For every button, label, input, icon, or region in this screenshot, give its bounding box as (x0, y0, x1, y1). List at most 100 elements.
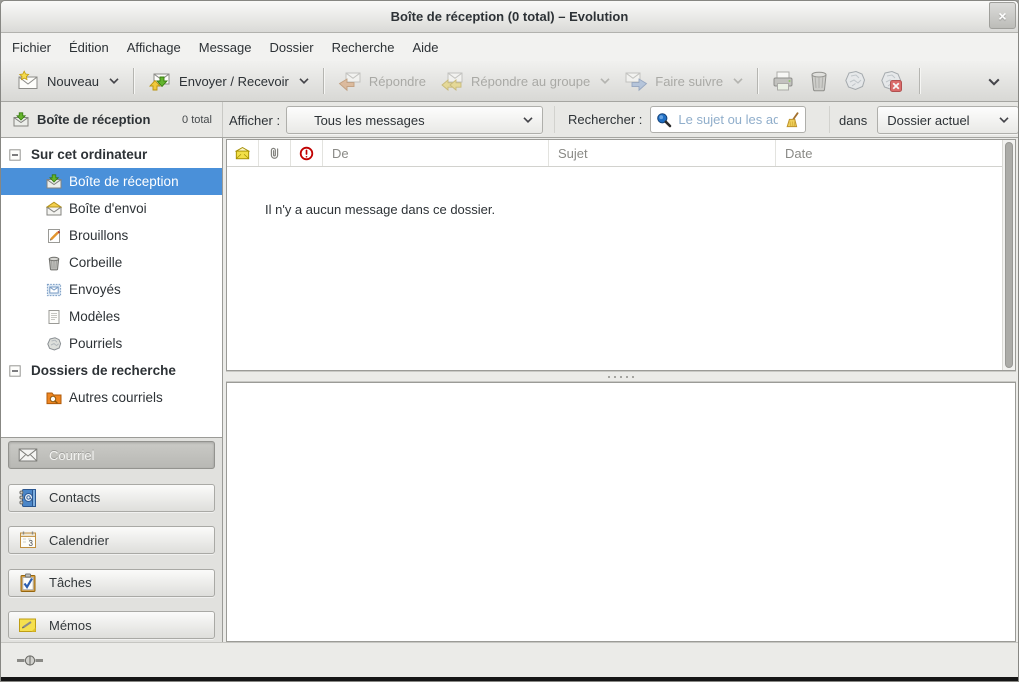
current-folder-header: Boîte de réception 0 total (1, 102, 223, 137)
clear-search-icon[interactable] (784, 112, 800, 128)
show-filter-value: Tous les messages (314, 113, 425, 128)
menu-aide[interactable]: Aide (403, 36, 447, 59)
send-receive-button[interactable]: Envoyer / Recevoir (141, 65, 316, 97)
sidebar-item-outbox[interactable]: Boîte d'envoi (1, 195, 222, 222)
sidebar-item-inbox[interactable]: Boîte de réception (1, 168, 222, 195)
tree-item-label: Pourriels (69, 336, 122, 351)
grip-dot (608, 376, 610, 378)
attachment-icon (267, 146, 282, 161)
column-date[interactable]: Date (776, 140, 1002, 166)
search-scope-dropdown[interactable]: Dossier actuel (877, 106, 1019, 134)
search-input[interactable] (676, 111, 780, 128)
expander-icon[interactable] (9, 365, 21, 377)
menu-edition[interactable]: Édition (60, 36, 118, 59)
close-button[interactable]: × (989, 2, 1016, 29)
forward-icon (624, 69, 648, 93)
chevron-down-icon (733, 78, 743, 84)
search-icon[interactable] (656, 112, 672, 128)
message-list: De Sujet Date Il n'y a aucun message dan… (226, 139, 1016, 371)
calendar-icon (18, 530, 38, 550)
inbox-icon (46, 174, 62, 190)
reply-group-button[interactable]: Répondre au groupe (433, 65, 617, 97)
switcher-label: Mémos (49, 618, 92, 633)
empty-folder-message: Il n'y a aucun message dans ce dossier. (265, 202, 495, 217)
grip-dot (614, 376, 616, 378)
filterbar-divider (554, 106, 555, 133)
tasks-icon (18, 573, 38, 593)
menu-dossier[interactable]: Dossier (260, 36, 322, 59)
menu-affichage[interactable]: Affichage (118, 36, 190, 59)
not-junk-button[interactable] (873, 65, 909, 97)
toolbar-separator (919, 68, 920, 94)
menu-fichier[interactable]: Fichier (3, 36, 60, 59)
column-important[interactable] (291, 140, 323, 166)
tree-item-label: Boîte d'envoi (69, 201, 147, 216)
content-area: De Sujet Date Il n'y a aucun message dan… (223, 138, 1018, 642)
column-read-status[interactable] (227, 140, 259, 166)
toolbar: Nouveau Envoyer / Recevoir Répondre Répo… (1, 61, 1018, 102)
tree-item-label: Modèles (69, 309, 120, 324)
switcher-tasks-button[interactable]: Tâches (8, 569, 215, 597)
tree-group-search-folders[interactable]: Dossiers de recherche (1, 357, 222, 384)
tree-item-label: Brouillons (69, 228, 128, 243)
tree-item-label: Autres courriels (69, 390, 163, 405)
forward-button[interactable]: Faire suivre (617, 65, 750, 97)
column-subject[interactable]: Sujet (549, 140, 776, 166)
sidebar-item-drafts[interactable]: Brouillons (1, 222, 222, 249)
drafts-icon (46, 228, 62, 244)
view-switcher: Courriel Contacts Calendrier Tâches Mémo… (1, 438, 223, 642)
outbox-icon (46, 201, 62, 217)
junk-icon (843, 69, 867, 93)
sidebar-item-sent[interactable]: Envoyés (1, 276, 222, 303)
switcher-mail-button[interactable]: Courriel (8, 441, 215, 469)
search-scope-group: dans Dossier actuel (839, 106, 1019, 134)
switcher-calendar-button[interactable]: Calendrier (8, 526, 215, 554)
tree-group-label: Dossiers de recherche (31, 363, 176, 378)
send-receive-label: Envoyer / Recevoir (179, 74, 289, 89)
menu-recherche[interactable]: Recherche (323, 36, 404, 59)
online-status-icon[interactable] (17, 654, 43, 667)
print-icon (771, 69, 795, 93)
switcher-memos-button[interactable]: Mémos (8, 611, 215, 639)
switcher-contacts-button[interactable]: Contacts (8, 484, 215, 512)
status-bar (1, 642, 1018, 677)
tree-item-label: Boîte de réception (69, 174, 179, 189)
new-button[interactable]: Nouveau (9, 65, 126, 97)
sidebar-item-junk[interactable]: Pourriels (1, 330, 222, 357)
folder-title: Boîte de réception (37, 112, 150, 127)
new-button-label: Nouveau (47, 74, 99, 89)
toolbar-separator (757, 68, 758, 94)
menu-message[interactable]: Message (190, 36, 261, 59)
reply-button[interactable]: Répondre (331, 65, 433, 97)
contacts-icon (18, 488, 38, 508)
evolution-window: Boîte de réception (0 total) – Evolution… (0, 0, 1019, 682)
junk-button[interactable] (837, 65, 873, 97)
sidebar-item-other-mail[interactable]: Autres courriels (1, 384, 222, 411)
search-entry[interactable] (650, 106, 806, 133)
titlebar: Boîte de réception (0 total) – Evolution… (1, 1, 1018, 33)
mail-icon (18, 445, 38, 465)
sidebar-item-trash[interactable]: Corbeille (1, 249, 222, 276)
delete-button[interactable] (801, 65, 837, 97)
sidebar-item-templates[interactable]: Modèles (1, 303, 222, 330)
message-list-scrollbar[interactable] (1002, 140, 1015, 370)
chevron-down-icon (299, 78, 309, 84)
read-status-icon (235, 146, 250, 161)
templates-icon (46, 309, 62, 325)
column-from[interactable]: De (323, 140, 549, 166)
toolbar-separator (133, 68, 134, 94)
forward-label: Faire suivre (655, 74, 723, 89)
search-scope-value: Dossier actuel (887, 113, 969, 128)
column-attachment[interactable] (259, 140, 291, 166)
scrollbar-thumb[interactable] (1005, 142, 1013, 368)
show-filter-group: Afficher : Tous les messages (229, 106, 543, 134)
pane-splitter[interactable] (226, 371, 1016, 382)
search-folder-icon (46, 390, 62, 406)
print-button[interactable] (765, 65, 801, 97)
expander-icon[interactable] (9, 149, 21, 161)
filter-bar: Boîte de réception 0 total Afficher : To… (1, 102, 1018, 138)
tree-group-on-this-computer[interactable]: Sur cet ordinateur (1, 141, 222, 168)
show-filter-dropdown[interactable]: Tous les messages (286, 106, 543, 134)
reply-label: Répondre (369, 74, 426, 89)
toolbar-overflow-button[interactable] (978, 70, 1010, 93)
